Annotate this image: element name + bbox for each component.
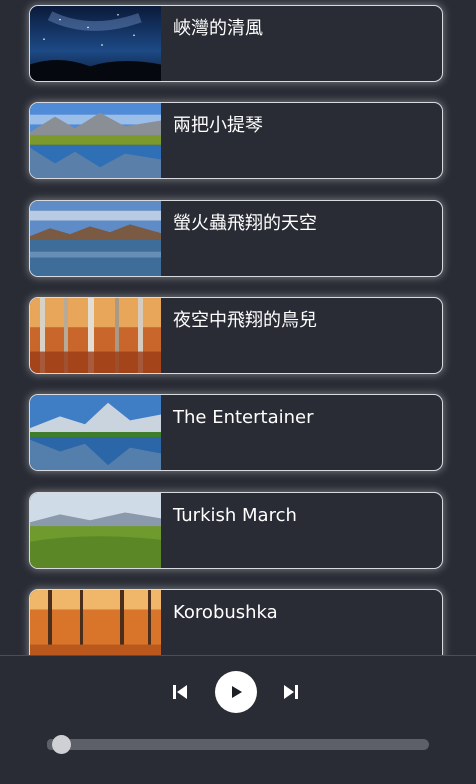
- cover-image: [30, 298, 161, 373]
- skip-next-icon: [284, 685, 298, 699]
- song-title: 峽灣的清風: [173, 18, 263, 39]
- skip-previous-icon: [173, 685, 187, 699]
- song-title: 夜空中飛翔的鳥兒: [173, 310, 317, 331]
- cover-image: [30, 493, 161, 568]
- cover-image: [30, 395, 161, 470]
- cover-image: [30, 590, 161, 655]
- song-title: Turkish March: [173, 505, 297, 526]
- playlist-item[interactable]: 螢火蟲飛翔的天空: [29, 200, 443, 277]
- progress-slider[interactable]: [47, 735, 429, 754]
- song-title: Korobushka: [173, 602, 278, 623]
- playlist-item[interactable]: Turkish March: [29, 492, 443, 569]
- play-button[interactable]: [215, 671, 257, 713]
- play-icon: [232, 686, 242, 698]
- cover-image: [30, 6, 161, 81]
- progress-handle[interactable]: [51, 735, 71, 754]
- song-title: The Entertainer: [173, 407, 314, 428]
- player-bar: [0, 655, 476, 784]
- playlist-item[interactable]: The Entertainer: [29, 394, 443, 471]
- skip-next-button[interactable]: [279, 680, 303, 704]
- playlist-item[interactable]: 夜空中飛翔的鳥兒: [29, 297, 443, 374]
- playlist-item[interactable]: Korobushka: [29, 589, 443, 655]
- song-title: 螢火蟲飛翔的天空: [173, 213, 317, 234]
- skip-previous-button[interactable]: [168, 680, 192, 704]
- cover-image: [30, 103, 161, 178]
- playlist: 峽灣的清風 兩把小提琴 螢火蟲飛翔的天空 夜空中飛翔的鳥兒 The Entert…: [0, 0, 476, 655]
- playlist-item[interactable]: 兩把小提琴: [29, 102, 443, 179]
- song-title: 兩把小提琴: [173, 115, 263, 136]
- playlist-item[interactable]: 峽灣的清風: [29, 5, 443, 82]
- cover-image: [30, 201, 161, 276]
